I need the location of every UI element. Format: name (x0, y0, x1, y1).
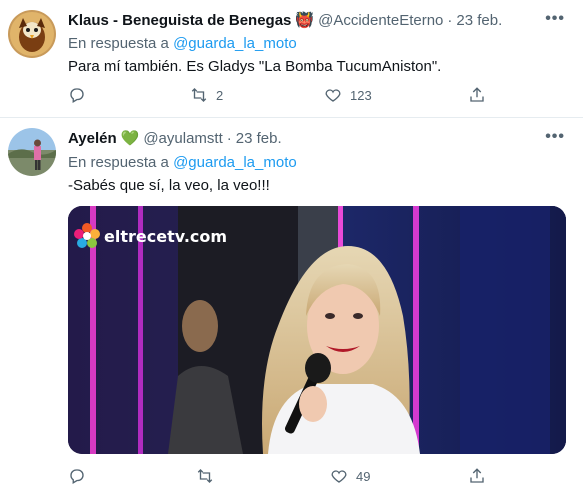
reply-icon (70, 88, 84, 103)
eltrece-logo-icon (74, 223, 100, 248)
tweet-text: -Sabés que sí, la veo, la veo!!! (68, 177, 270, 194)
like-count: 49 (356, 468, 371, 484)
green-heart-emoji-icon: 💚 (120, 130, 140, 147)
heart-icon (325, 89, 341, 102)
display-name[interactable]: Ayelén (68, 130, 117, 148)
user-handle[interactable]: @ayulamstt (143, 130, 222, 148)
mention-link[interactable]: @guarda_la_moto (173, 154, 297, 171)
more-options-icon[interactable]: ••• (545, 10, 565, 28)
replying-to: En respuesta a @guarda_la_moto (68, 35, 297, 52)
tweet-date[interactable]: 23 feb. (236, 130, 282, 148)
replying-prefix: En respuesta a (68, 154, 169, 171)
share-button[interactable] (468, 467, 486, 485)
separator-dot: · (447, 12, 453, 29)
like-button[interactable]: 123 (324, 86, 372, 104)
ogre-emoji-icon: 👹 (295, 12, 315, 29)
retweet-icon (197, 469, 213, 483)
reply-icon (70, 469, 84, 484)
tweet-media-image[interactable]: eltrecetv.com (68, 206, 566, 454)
avatar[interactable] (8, 10, 56, 58)
heart-icon (331, 470, 347, 483)
display-name[interactable]: Klaus - Beneguista de Benegas (68, 12, 291, 30)
tweet-ayelen[interactable]: Ayelén 💚 @ayulamstt · 23 feb. ••• En res… (0, 118, 583, 498)
user-handle[interactable]: @AccidenteEterno (318, 12, 443, 30)
tweet-date[interactable]: 23 feb. (456, 12, 502, 30)
tweet-actions: 2 123 (68, 86, 498, 106)
share-button[interactable] (468, 86, 486, 104)
like-count: 123 (350, 87, 372, 103)
tweet-header: Ayelén 💚 @ayulamstt · 23 feb. (68, 130, 282, 148)
separator-dot: · (226, 130, 232, 147)
more-options-icon[interactable]: ••• (545, 128, 565, 146)
retweet-button[interactable] (196, 467, 222, 485)
reply-button[interactable] (68, 86, 94, 104)
media-watermark: eltrecetv.com (73, 222, 227, 250)
avatar[interactable] (8, 128, 56, 176)
like-button[interactable]: 49 (330, 467, 370, 485)
retweet-icon (191, 88, 207, 102)
tweet-klaus[interactable]: Klaus - Beneguista de Benegas 👹 @Acciden… (0, 0, 583, 118)
mention-link[interactable]: @guarda_la_moto (173, 35, 297, 52)
replying-to: En respuesta a @guarda_la_moto (68, 154, 297, 171)
tweet-header: Klaus - Beneguista de Benegas 👹 @Acciden… (68, 12, 502, 30)
share-icon (470, 468, 484, 483)
retweet-count: 2 (216, 87, 224, 103)
tweet-actions: 49 (68, 467, 498, 487)
tweet-text: Para mí también. Es Gladys "La Bomba Tuc… (68, 58, 442, 75)
watermark-text: eltrecetv.com (104, 226, 228, 246)
replying-prefix: En respuesta a (68, 35, 169, 52)
share-icon (470, 87, 484, 102)
reply-button[interactable] (68, 467, 94, 485)
retweet-button[interactable]: 2 (190, 86, 223, 104)
